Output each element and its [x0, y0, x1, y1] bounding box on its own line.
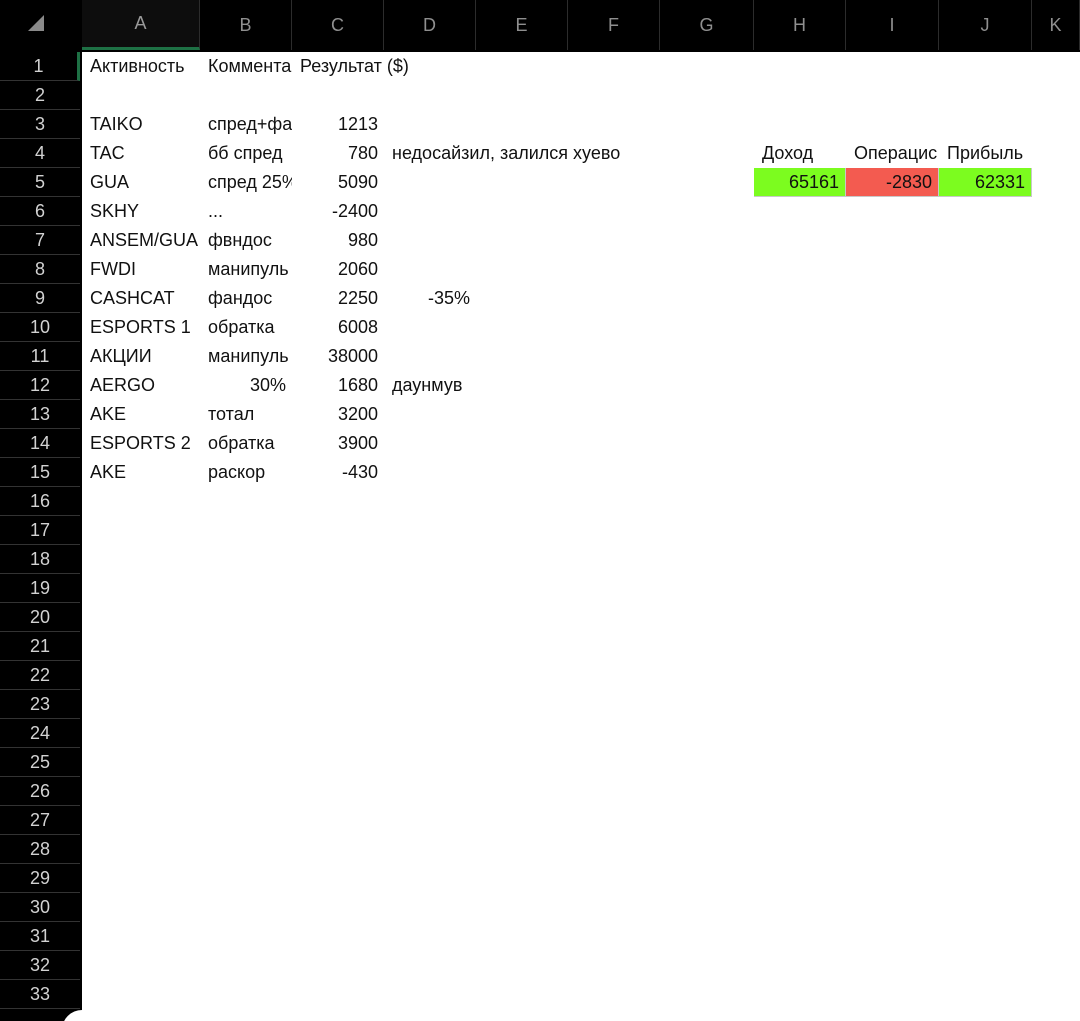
summary-value-1[interactable]: 65161 [754, 168, 846, 197]
cell-result[interactable]: -2400 [292, 197, 384, 226]
cell-result[interactable]: 2060 [292, 255, 384, 284]
column-header-a[interactable]: A [82, 0, 200, 50]
cell-result[interactable]: 3200 [292, 400, 384, 429]
header-result[interactable]: Результат ($) [292, 52, 409, 81]
row-header-28[interactable]: 28 [0, 835, 80, 864]
cell-comment[interactable]: ... [200, 197, 292, 226]
cell-activity[interactable]: TAIKO [82, 110, 200, 139]
row-header-29[interactable]: 29 [0, 864, 80, 893]
row-header-21[interactable]: 21 [0, 632, 80, 661]
summary-label-2[interactable]: Операцис [846, 139, 939, 168]
row-header-22[interactable]: 22 [0, 661, 80, 690]
row-header-31[interactable]: 31 [0, 922, 80, 951]
summary-label-3[interactable]: Прибыль [939, 139, 1032, 168]
cell-note[interactable]: недосайзил, залился хуево [384, 139, 620, 168]
select-all-corner[interactable] [0, 0, 80, 50]
cell-result[interactable]: 2250 [292, 284, 384, 313]
cell-activity[interactable]: ESPORTS 1 [82, 313, 200, 342]
row-header-16[interactable]: 16 [0, 487, 80, 516]
row-header-20[interactable]: 20 [0, 603, 80, 632]
header-comment[interactable]: Коммента [200, 52, 292, 81]
cell-comment[interactable]: 30% [200, 371, 292, 400]
cell-comment[interactable]: манипуль [200, 342, 292, 371]
cell-activity[interactable]: TAC [82, 139, 200, 168]
row-header-10[interactable]: 10 [0, 313, 80, 342]
row-header-23[interactable]: 23 [0, 690, 80, 719]
row-header-4[interactable]: 4 [0, 139, 80, 168]
column-header-g[interactable]: G [660, 0, 754, 50]
cell-result[interactable]: 6008 [292, 313, 384, 342]
row-header-12[interactable]: 12 [0, 371, 80, 400]
cell-result[interactable]: 1680 [292, 371, 384, 400]
row-header-18[interactable]: 18 [0, 545, 80, 574]
column-header-i[interactable]: I [846, 0, 939, 50]
row-header-5[interactable]: 5 [0, 168, 80, 197]
row-header-13[interactable]: 13 [0, 400, 80, 429]
row-header-6[interactable]: 6 [0, 197, 80, 226]
cell-comment[interactable]: спред 25% [200, 168, 292, 197]
cell-activity[interactable]: ESPORTS 2 [82, 429, 200, 458]
spreadsheet[interactable]: ABCDEFGHIJK 1 2 3 4 5 6 7 8 9 10 11 12 13 14 15 16 17 18 1… [0, 0, 1080, 1021]
cell-result[interactable]: 3900 [292, 429, 384, 458]
cell-result[interactable]: 780 [292, 139, 384, 168]
cell-activity[interactable]: AERGO [82, 371, 200, 400]
cell-result[interactable]: 38000 [292, 342, 384, 371]
row-header-25[interactable]: 25 [0, 748, 80, 777]
row-header-7[interactable]: 7 [0, 226, 80, 255]
row-header-32[interactable]: 32 [0, 951, 80, 980]
column-header-j[interactable]: J [939, 0, 1032, 50]
summary-value-3[interactable]: 62331 [939, 168, 1032, 197]
cell-activity[interactable]: AKE [82, 400, 200, 429]
row-header-11[interactable]: 11 [0, 342, 80, 371]
summary-label-1[interactable]: Доход [754, 139, 846, 168]
cell-activity[interactable]: АКЦИИ [82, 342, 200, 371]
cell-comment[interactable]: тотал [200, 400, 292, 429]
cell-activity[interactable]: SKHY [82, 197, 200, 226]
row-header-24[interactable]: 24 [0, 719, 80, 748]
cell-result[interactable]: -430 [292, 458, 384, 487]
row-header-14[interactable]: 14 [0, 429, 80, 458]
cell-comment[interactable]: раскор [200, 458, 292, 487]
cell-note[interactable]: даунмув [384, 371, 476, 400]
cell-note[interactable]: -35% [384, 284, 476, 313]
cell-comment[interactable]: фвндос [200, 226, 292, 255]
cell-comment[interactable]: обратка [200, 313, 292, 342]
row-header-15[interactable]: 15 [0, 458, 80, 487]
cell-comment[interactable]: спред+фа [200, 110, 292, 139]
column-header-c[interactable]: C [292, 0, 384, 50]
column-header-f[interactable]: F [568, 0, 660, 50]
row-header-30[interactable]: 30 [0, 893, 80, 922]
column-header-k[interactable]: K [1032, 0, 1080, 50]
row-header-19[interactable]: 19 [0, 574, 80, 603]
summary-value-2[interactable]: -2830 [846, 168, 939, 197]
row-header-26[interactable]: 26 [0, 777, 80, 806]
row-header-1[interactable]: 1 [0, 52, 80, 81]
cell-result[interactable]: 980 [292, 226, 384, 255]
select-all-triangle-icon [28, 15, 44, 31]
cell-activity[interactable]: FWDI [82, 255, 200, 284]
row-header-9[interactable]: 9 [0, 284, 80, 313]
cell-activity[interactable]: GUA [82, 168, 200, 197]
cell-comment[interactable]: манипуль [200, 255, 292, 284]
row-header-2[interactable]: 2 [0, 81, 80, 110]
cell-activity[interactable]: CASHCAT [82, 284, 200, 313]
cell-activity[interactable]: ANSEM/GUA [82, 226, 200, 255]
cell-activity[interactable]: AKE [82, 458, 200, 487]
row-header-17[interactable]: 17 [0, 516, 80, 545]
header-activity[interactable]: Активность [82, 52, 200, 81]
row-header-3[interactable]: 3 [0, 110, 80, 139]
column-header-b[interactable]: B [200, 0, 292, 50]
cell-result[interactable]: 1213 [292, 110, 384, 139]
row-header-27[interactable]: 27 [0, 806, 80, 835]
row-header-33[interactable]: 33 [0, 980, 80, 1009]
column-header-d[interactable]: D [384, 0, 476, 50]
row-header-8[interactable]: 8 [0, 255, 80, 284]
column-header-h[interactable]: H [754, 0, 846, 50]
cell-result[interactable]: 5090 [292, 168, 384, 197]
cell-comment[interactable]: обратка [200, 429, 292, 458]
column-header-e[interactable]: E [476, 0, 568, 50]
cell-comment[interactable]: фандос [200, 284, 292, 313]
cell-comment[interactable]: бб спред [200, 139, 292, 168]
